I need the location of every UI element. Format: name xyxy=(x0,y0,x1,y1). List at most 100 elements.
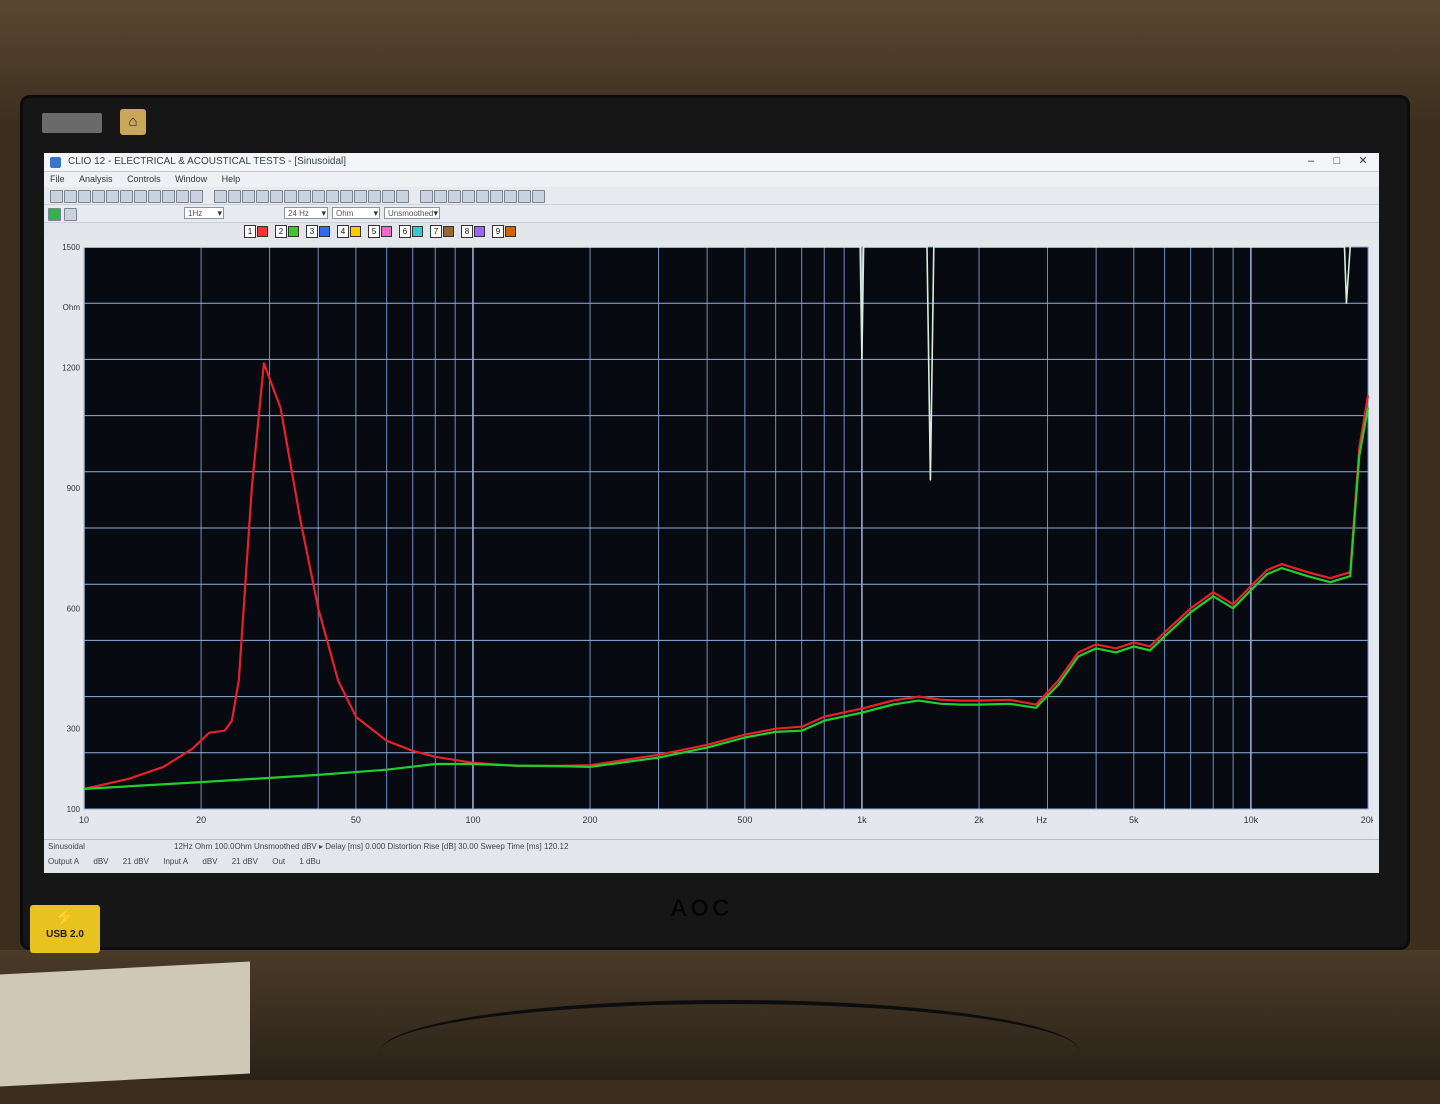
trace-color-swatch[interactable] xyxy=(350,226,361,237)
toolbar-tool-icon[interactable] xyxy=(298,190,311,203)
trace-color-swatch[interactable] xyxy=(505,226,516,237)
toolbar-tool-icon[interactable] xyxy=(396,190,409,203)
toolbar-tool-icon[interactable] xyxy=(312,190,325,203)
play-icon[interactable] xyxy=(48,208,61,221)
output-unit[interactable]: dBV xyxy=(93,857,108,866)
input-unit[interactable]: dBV xyxy=(202,857,217,866)
toolbar-tool-icon[interactable] xyxy=(148,190,161,203)
toolbar-tool-icon[interactable] xyxy=(106,190,119,203)
app-icon xyxy=(50,157,61,168)
input-select[interactable]: Input A xyxy=(163,857,188,866)
toolbar-tool-icon[interactable] xyxy=(190,190,203,203)
menu-file[interactable]: File xyxy=(44,172,71,187)
title-bar: CLIO 12 - ELECTRICAL & ACOUSTICAL TESTS … xyxy=(44,153,1379,172)
toolbar-tool-icon[interactable] xyxy=(420,190,433,203)
cardboard-box xyxy=(0,961,250,1087)
trace-color-swatch[interactable] xyxy=(257,226,268,237)
output-select[interactable]: Output A xyxy=(48,857,79,866)
usb-icon: ⚡ xyxy=(53,907,77,927)
toolbar-tool-icon[interactable] xyxy=(92,190,105,203)
x-tick-label: 20 xyxy=(196,815,206,825)
out-level[interactable]: 1 dBu xyxy=(299,857,320,866)
y-tick-label: 1200 xyxy=(62,363,80,372)
trace-number-6[interactable]: 6 xyxy=(399,225,411,238)
toolbar-tool-icon[interactable] xyxy=(504,190,517,203)
trace-color-swatch[interactable] xyxy=(443,226,454,237)
toolbar-tool-icon[interactable] xyxy=(134,190,147,203)
menu-window[interactable]: Window xyxy=(169,172,213,187)
unit-select[interactable]: Ohm xyxy=(332,207,380,219)
trace-color-swatch[interactable] xyxy=(474,226,485,237)
menu-controls[interactable]: Controls xyxy=(121,172,167,187)
smoothing-select[interactable]: Unsmoothed xyxy=(384,207,440,219)
monitor-input-button[interactable]: ⌂ xyxy=(120,109,146,135)
out-toggle[interactable]: Out xyxy=(272,857,285,866)
maximize-button[interactable]: □ xyxy=(1324,153,1350,171)
toolbar-tool-icon[interactable] xyxy=(256,190,269,203)
close-button[interactable]: ✕ xyxy=(1350,153,1376,171)
toolbar-tool-icon[interactable] xyxy=(120,190,133,203)
toolbar-tool-icon[interactable] xyxy=(50,190,63,203)
toolbar-tool-icon[interactable] xyxy=(214,190,227,203)
trace-color-swatch[interactable] xyxy=(319,226,330,237)
menu-help[interactable]: Help xyxy=(216,172,247,187)
toolbar-tool-icon[interactable] xyxy=(368,190,381,203)
toolbar-tool-icon[interactable] xyxy=(162,190,175,203)
toolbar-tool-icon[interactable] xyxy=(434,190,447,203)
input-range-select[interactable]: 1Hz xyxy=(184,207,224,219)
x-axis-label: Hz xyxy=(1036,815,1047,825)
plot-area: 10 20 50 100 200 500 1k 2k 5k 10k 20k 100 300 600 900 1… xyxy=(48,239,1373,839)
x-tick-label: 10k xyxy=(1244,815,1259,825)
main-toolbar xyxy=(44,187,1379,205)
generator-controls: Output A dBV 21 dBV Input A dBV 21 dBV O… xyxy=(48,857,332,866)
toolbar-tool-icon[interactable] xyxy=(176,190,189,203)
measurement-toolbar: 1Hz 24 Hz Ohm Unsmoothed xyxy=(44,205,1379,223)
toolbar-tool-icon[interactable] xyxy=(382,190,395,203)
usb-sticker: ⚡ USB 2.0 xyxy=(30,905,100,953)
toolbar-tool-icon[interactable] xyxy=(242,190,255,203)
stop-icon[interactable] xyxy=(64,208,77,221)
trace-color-swatch[interactable] xyxy=(288,226,299,237)
toolbar-tool-icon[interactable] xyxy=(462,190,475,203)
menu-analysis[interactable]: Analysis xyxy=(73,172,119,187)
toolbar-tool-icon[interactable] xyxy=(326,190,339,203)
y-tick-label: 600 xyxy=(67,604,81,613)
x-tick-label: 50 xyxy=(351,815,361,825)
trace-number-3[interactable]: 3 xyxy=(306,225,318,238)
toolbar-tool-icon[interactable] xyxy=(532,190,545,203)
trace-number-5[interactable]: 5 xyxy=(368,225,380,238)
x-tick-label: 200 xyxy=(583,815,598,825)
x-tick-label: 5k xyxy=(1129,815,1139,825)
minimize-button[interactable]: – xyxy=(1298,153,1324,171)
input-level[interactable]: 21 dBV xyxy=(232,857,258,866)
output-level[interactable]: 21 dBV xyxy=(123,857,149,866)
toolbar-tool-icon[interactable] xyxy=(490,190,503,203)
trace-number-1[interactable]: 1 xyxy=(244,225,256,238)
toolbar-tool-icon[interactable] xyxy=(270,190,283,203)
frequency-select[interactable]: 24 Hz xyxy=(284,207,328,219)
monitor-brand-logo: AOC xyxy=(670,895,733,922)
y-tick-label: 900 xyxy=(67,484,81,493)
monitor-bezel: ⌂ AOC CLIO 12 - ELECTRICAL & ACOUSTICAL … xyxy=(20,95,1410,950)
trace-number-8[interactable]: 8 xyxy=(461,225,473,238)
y-axis-label: Ohm xyxy=(63,303,81,312)
toolbar-tool-icon[interactable] xyxy=(476,190,489,203)
usb-label: USB 2.0 xyxy=(46,929,84,940)
x-tick-label: 500 xyxy=(737,815,752,825)
monitor-sticker xyxy=(42,113,102,133)
toolbar-tool-icon[interactable] xyxy=(340,190,353,203)
toolbar-tool-icon[interactable] xyxy=(64,190,77,203)
toolbar-tool-icon[interactable] xyxy=(448,190,461,203)
toolbar-tool-icon[interactable] xyxy=(284,190,297,203)
trace-number-4[interactable]: 4 xyxy=(337,225,349,238)
toolbar-tool-icon[interactable] xyxy=(518,190,531,203)
trace-number-2[interactable]: 2 xyxy=(275,225,287,238)
toolbar-tool-icon[interactable] xyxy=(78,190,91,203)
toolbar-tool-icon[interactable] xyxy=(354,190,367,203)
trace-number-9[interactable]: 9 xyxy=(492,225,504,238)
trace-color-swatch[interactable] xyxy=(381,226,392,237)
impedance-chart: 10 20 50 100 200 500 1k 2k 5k 10k 20k 100 300 600 900 1… xyxy=(62,239,1373,825)
trace-number-7[interactable]: 7 xyxy=(430,225,442,238)
toolbar-tool-icon[interactable] xyxy=(228,190,241,203)
trace-color-swatch[interactable] xyxy=(412,226,423,237)
